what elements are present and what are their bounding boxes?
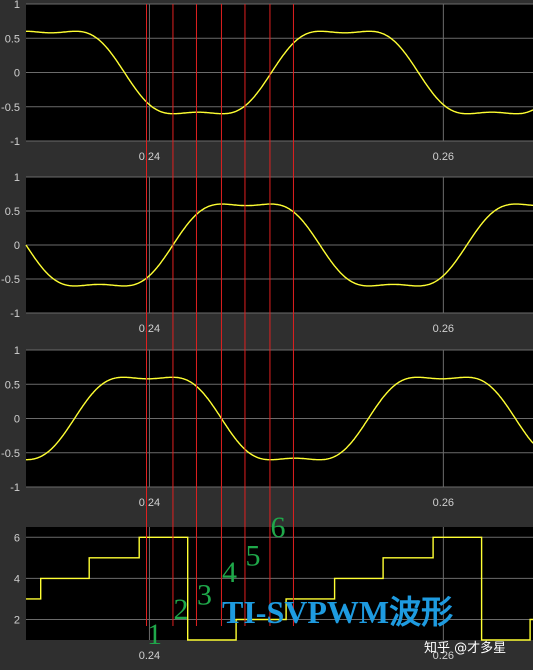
svpwm-figure: 0.24 0.2610.50-0.5-10.24 0.2610.50-0.5-10.…	[0, 0, 533, 670]
y-tick-label: 1	[14, 172, 20, 184]
x-tick-label: 0.24	[139, 650, 160, 662]
y-tick-label: 1	[14, 345, 20, 357]
overlay-title: TI-SVPWM波形	[222, 594, 453, 630]
sector-number-2: 2	[173, 593, 188, 626]
y-tick-label: 0.5	[5, 379, 20, 391]
y-tick-label: -1	[10, 482, 20, 494]
watermark: 知乎 @才多星	[424, 640, 506, 656]
sector-number-6: 6	[270, 511, 285, 544]
y-tick-label: 1	[14, 0, 20, 11]
y-tick-label: 0.5	[5, 33, 20, 45]
y-tick-label: 4	[14, 573, 20, 585]
chart-panel-1: 0.24 0.26 1 0.5 0 -0.5 -1	[1, 0, 533, 163]
chart-panel-2: 0.24 0.26 1 0.5 0 -0.5 -1	[1, 172, 533, 335]
y-tick-label: -1	[10, 308, 20, 320]
y-tick-label: -0.5	[1, 448, 20, 460]
y-tick-label: -1	[10, 136, 20, 148]
y-tick-label: 6	[14, 532, 20, 544]
x-tick-label: 0.24	[139, 151, 160, 163]
y-tick-label: 0	[14, 414, 20, 426]
x-tick-label: 0.26	[433, 497, 454, 509]
y-tick-label: -0.5	[1, 102, 20, 114]
y-tick-label: 0	[14, 68, 20, 80]
x-tick-label: 0.24	[139, 497, 160, 509]
sector-number-1: 1	[147, 618, 162, 651]
y-tick-label: 0	[14, 240, 20, 252]
chart-panel-3: 0.24 0.26 1 0.5 0 -0.5 -1	[1, 345, 533, 509]
x-tick-label: 0.24	[139, 323, 160, 335]
y-tick-label: 2	[14, 614, 20, 626]
x-tick-label: 0.26	[433, 151, 454, 163]
x-tick-label: 0.26	[433, 323, 454, 335]
y-tick-label: -0.5	[1, 274, 20, 286]
sector-number-4: 4	[222, 556, 237, 589]
sector-number-5: 5	[245, 540, 260, 573]
y-tick-label: 0.5	[5, 206, 20, 218]
sector-number-3: 3	[197, 579, 212, 612]
